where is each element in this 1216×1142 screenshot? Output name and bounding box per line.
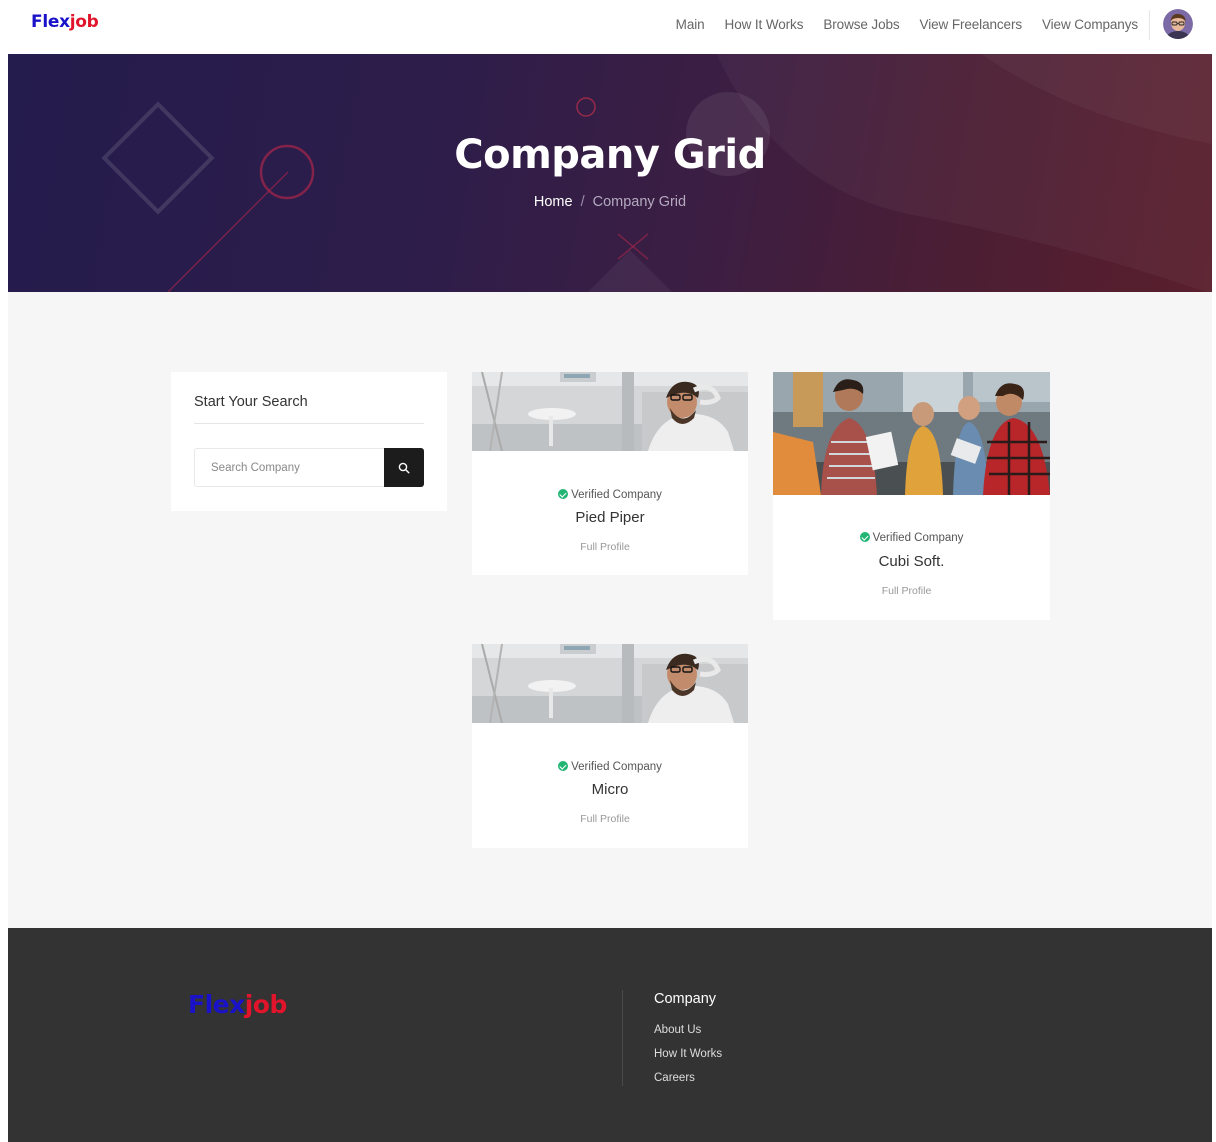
search-widget-divider <box>194 423 424 424</box>
verified-badge: Verified Company <box>472 489 748 501</box>
full-profile-link[interactable]: Full Profile <box>472 813 748 825</box>
check-circle-icon <box>558 761 569 771</box>
company-name[interactable]: Pied Piper <box>472 509 748 526</box>
avatar-image <box>1163 9 1193 39</box>
main-nav: Main How It Works Browse Jobs View Freel… <box>656 17 1138 32</box>
verified-badge-label: Verified Company <box>571 761 662 773</box>
site-footer: Flexjob Company About Us How It Works Ca… <box>8 928 1212 1142</box>
verified-badge-label: Verified Company <box>571 489 662 501</box>
nav-divider <box>1149 10 1150 40</box>
footer-logo-part2: job <box>244 990 288 1019</box>
verified-badge: Verified Company <box>472 761 748 773</box>
breadcrumb: Home / Company Grid <box>8 194 1212 210</box>
search-widget: Start Your Search <box>171 372 447 511</box>
search-icon <box>398 462 410 474</box>
footer-company-links: About Us How It Works Careers <box>654 1024 722 1096</box>
company-image[interactable] <box>773 372 1050 495</box>
top-navbar: Flexjob Main How It Works Browse Jobs Vi… <box>0 0 1216 54</box>
company-card[interactable]: Verified Company Micro Full Profile <box>472 644 748 848</box>
full-profile-link[interactable]: Full Profile <box>773 585 1050 597</box>
nav-link-view-freelancers[interactable]: View Freelancers <box>920 17 1023 32</box>
footer-divider <box>622 990 623 1086</box>
full-profile-link[interactable]: Full Profile <box>472 541 748 553</box>
nav-link-how-it-works[interactable]: How It Works <box>725 17 804 32</box>
verified-badge-label: Verified Company <box>872 532 964 544</box>
brand-logo-part1: Flex <box>31 12 70 32</box>
nav-link-browse-jobs[interactable]: Browse Jobs <box>823 17 899 32</box>
footer-logo-part1: Flex <box>188 990 245 1019</box>
company-card[interactable]: Verified Company Cubi Soft. Full Profile <box>773 372 1050 620</box>
company-name[interactable]: Cubi Soft. <box>773 553 1050 570</box>
man-relaxing-office-photo <box>472 372 748 451</box>
footer-link-how-it-works[interactable]: How It Works <box>654 1048 722 1072</box>
search-widget-title: Start Your Search <box>194 394 308 410</box>
page-hero-banner: Company Grid Home / Company Grid <box>8 54 1212 292</box>
search-button[interactable] <box>384 448 424 487</box>
verified-badge: Verified Company <box>773 532 1050 544</box>
footer-link-careers[interactable]: Careers <box>654 1072 722 1096</box>
breadcrumb-home[interactable]: Home <box>534 194 573 210</box>
breadcrumb-current: Company Grid <box>592 194 687 210</box>
company-name[interactable]: Micro <box>472 781 748 798</box>
user-avatar[interactable] <box>1163 9 1193 39</box>
footer-company-heading: Company <box>654 991 717 1007</box>
man-relaxing-office-photo <box>472 644 748 723</box>
company-image[interactable] <box>472 644 748 723</box>
footer-brand-logo[interactable]: Flexjob <box>188 990 287 1019</box>
check-circle-icon <box>558 489 569 499</box>
nav-link-main[interactable]: Main <box>676 17 705 32</box>
breadcrumb-separator: / <box>580 194 585 210</box>
company-image[interactable] <box>472 372 748 451</box>
nav-link-view-companys[interactable]: View Companys <box>1042 17 1138 32</box>
brand-logo-part2: job <box>69 12 99 32</box>
brand-logo[interactable]: Flexjob <box>31 12 99 32</box>
team-meeting-photo <box>773 372 1050 495</box>
company-card[interactable]: Verified Company Pied Piper Full Profile <box>472 372 748 575</box>
check-circle-icon <box>859 532 870 542</box>
footer-link-about-us[interactable]: About Us <box>654 1024 722 1048</box>
page-title: Company Grid <box>454 132 766 178</box>
search-company-input[interactable] <box>194 448 385 487</box>
